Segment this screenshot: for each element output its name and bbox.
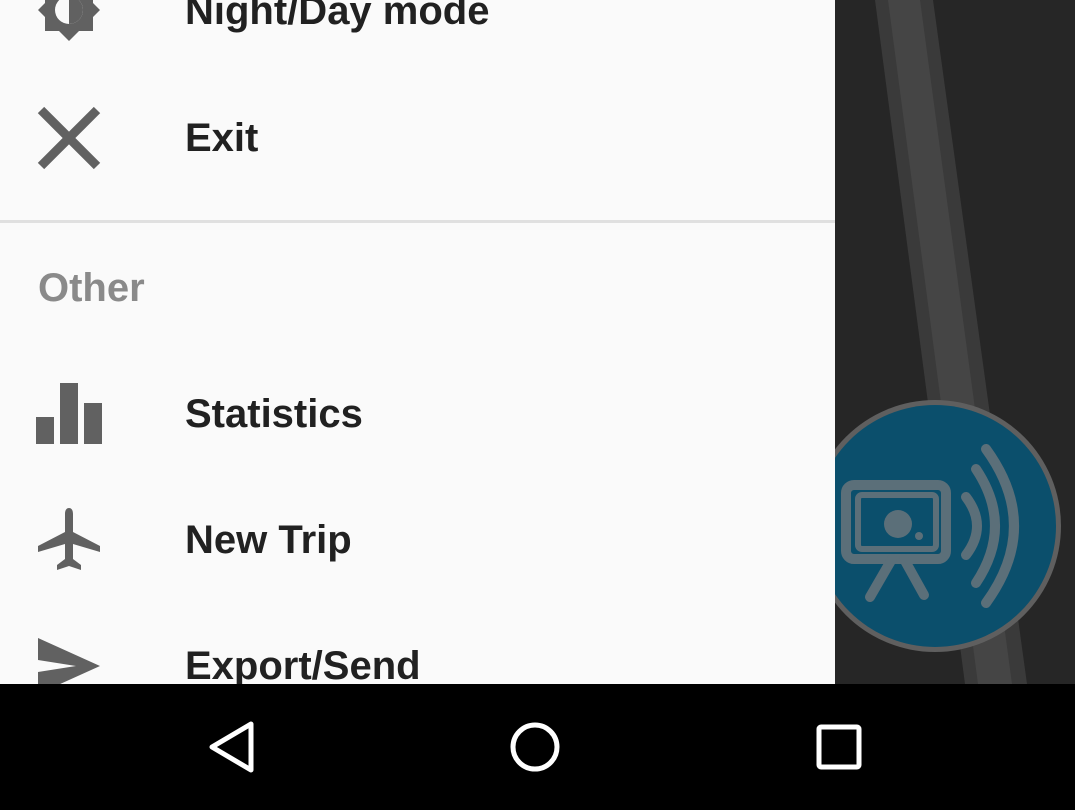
section-header-other: Other bbox=[38, 266, 145, 310]
brightness-icon bbox=[36, 0, 102, 43]
close-icon bbox=[36, 105, 102, 171]
camera-broadcast-icon bbox=[809, 400, 1061, 652]
recents-icon bbox=[816, 724, 862, 770]
home-icon bbox=[510, 722, 560, 772]
section-divider bbox=[0, 220, 835, 223]
home-button[interactable] bbox=[497, 709, 573, 785]
airplane-icon bbox=[36, 506, 102, 572]
menu-item-exit[interactable]: Exit bbox=[0, 75, 835, 201]
send-icon bbox=[36, 636, 102, 684]
screen: Night/Day mode Exit Other Statistics New… bbox=[0, 0, 1075, 810]
menu-item-new-trip[interactable]: New Trip bbox=[0, 476, 835, 602]
back-icon bbox=[209, 721, 254, 773]
menu-item-label: Export/Send bbox=[185, 644, 421, 684]
menu-item-export-send[interactable]: Export/Send bbox=[0, 602, 835, 684]
menu-item-label: Exit bbox=[185, 116, 259, 160]
back-button[interactable] bbox=[196, 709, 272, 785]
menu-item-label: New Trip bbox=[185, 518, 352, 562]
menu-item-night-day-mode[interactable]: Night/Day mode bbox=[0, 0, 835, 73]
navigation-drawer: Night/Day mode Exit Other Statistics New… bbox=[0, 0, 835, 684]
menu-item-label: Statistics bbox=[185, 392, 363, 436]
bar-chart-icon bbox=[36, 381, 102, 447]
recents-button[interactable] bbox=[801, 709, 877, 785]
camera-broadcast-button[interactable] bbox=[806, 397, 1064, 655]
system-navigation-bar bbox=[0, 684, 1075, 810]
menu-item-statistics[interactable]: Statistics bbox=[0, 350, 835, 476]
menu-item-label: Night/Day mode bbox=[185, 0, 490, 33]
